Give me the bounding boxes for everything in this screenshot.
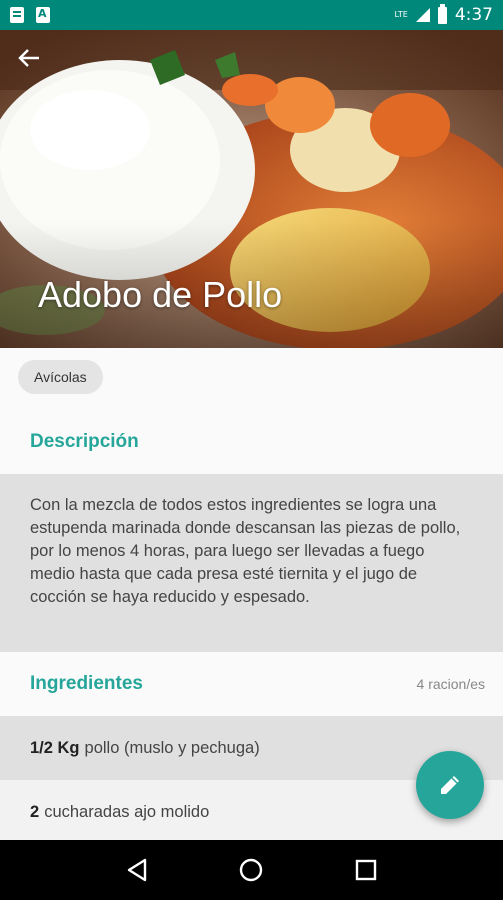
ingredients-title: Ingredientes (30, 673, 143, 694)
recipe-hero-image: Adobo de Pollo (0, 30, 503, 348)
ingredient-quantity: 1/2 Kg (30, 738, 80, 757)
edit-fab-button[interactable] (416, 751, 484, 819)
recipe-title: Adobo de Pollo (38, 274, 283, 315)
battery-icon (437, 3, 447, 24)
description-text: Con la mezcla de todos estos ingrediente… (0, 474, 503, 652)
navigation-bar (0, 840, 503, 900)
ingredients-header: Ingredientes 4 racion/es (0, 652, 503, 716)
description-title: Descripción (30, 431, 139, 452)
back-triangle-icon[interactable] (125, 857, 149, 883)
arrow-back-icon (18, 49, 39, 67)
category-row: Avícolas (0, 348, 503, 410)
a-icon: A (36, 7, 50, 23)
recents-square-icon[interactable] (354, 858, 378, 882)
category-chip[interactable]: Avícolas (18, 360, 103, 394)
description-header: Descripción (0, 410, 503, 474)
lte-label: LTE (394, 10, 408, 19)
status-time: 4:37 (454, 5, 493, 25)
home-circle-icon[interactable] (238, 857, 264, 883)
document-icon (10, 7, 24, 23)
ingredient-quantity: 2 (30, 802, 40, 821)
edit-icon (441, 776, 459, 794)
status-bar: A LTE 4:37 (0, 0, 503, 30)
ingredient-name: cucharadas ajo molido (44, 802, 210, 821)
ingredient-name: pollo (muslo y pechuga) (84, 738, 260, 757)
back-button[interactable] (18, 48, 48, 78)
signal-icon (415, 8, 430, 22)
servings-label: 4 racion/es (416, 676, 485, 692)
